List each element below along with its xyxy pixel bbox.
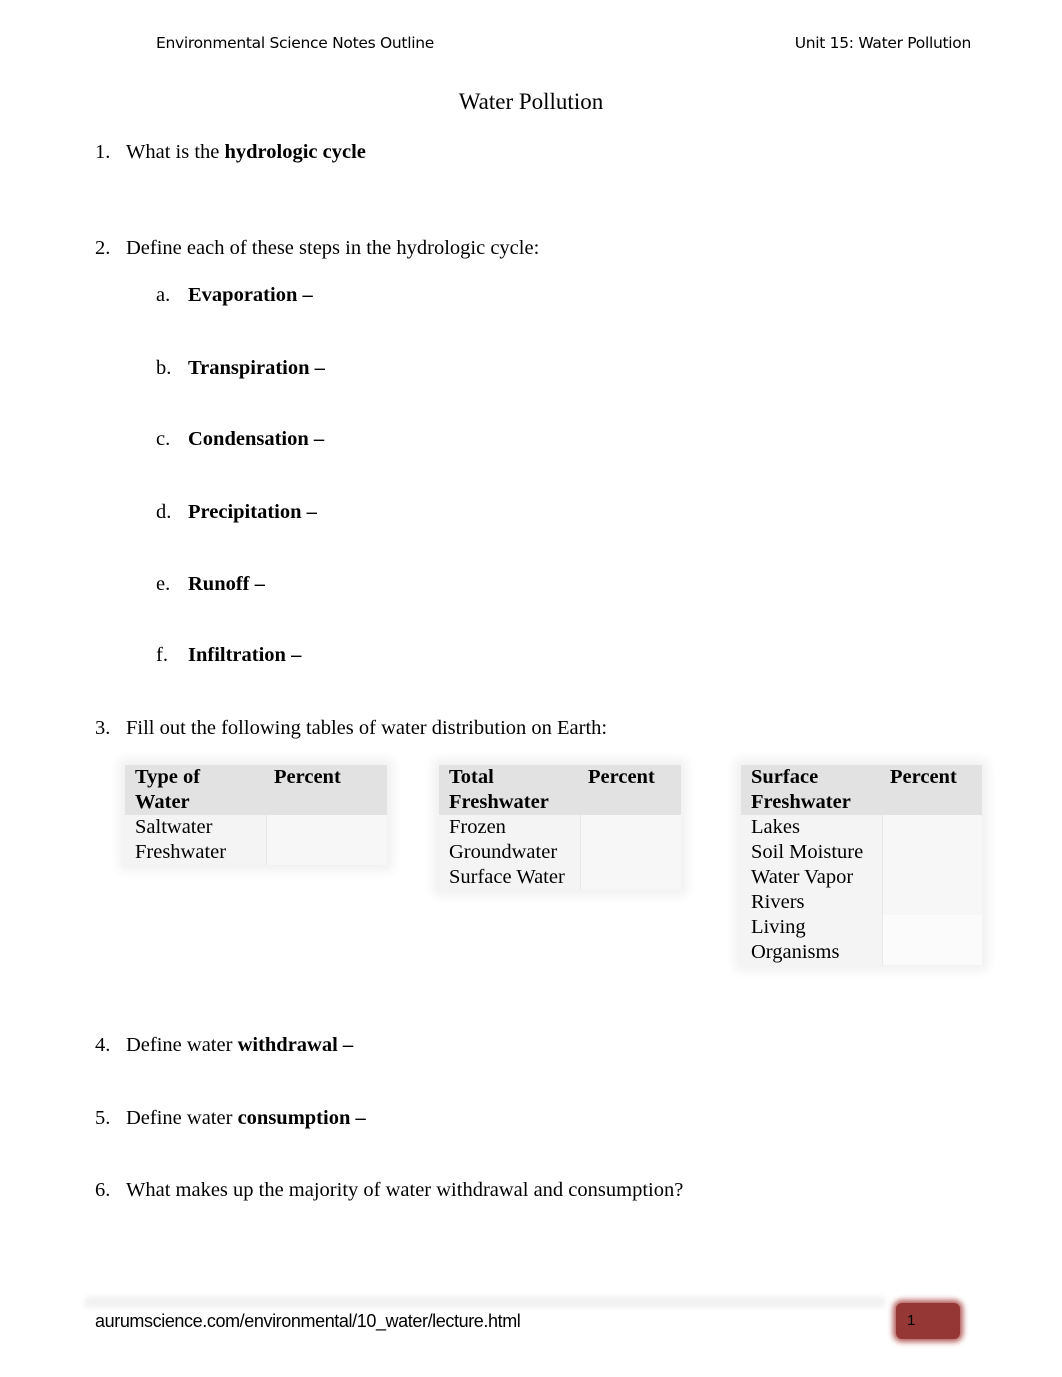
table-header-label: Type of Water — [135, 766, 201, 813]
step-evaporation: a. Evaporation – — [156, 284, 313, 307]
table-row: Living Organisms — [741, 915, 982, 965]
step-term: Infiltration – — [188, 644, 302, 666]
step-letter: e. — [156, 573, 171, 595]
table-cell-percent[interactable] — [882, 915, 982, 965]
step-transpiration: b. Transpiration – — [156, 357, 325, 380]
table-total-freshwater: Total Freshwater Percent Frozen Groundwat… — [439, 765, 681, 890]
question-6: 6. What makes up the majority of water wi… — [95, 1179, 683, 1202]
step-term: Condensation – — [188, 428, 325, 450]
table-cell-percent[interactable] — [580, 815, 681, 840]
question-text: What is the — [126, 141, 225, 163]
question-term: consumption – — [237, 1107, 366, 1129]
question-5: 5. Define water consumption – — [95, 1107, 366, 1130]
step-runoff: e. Runoff – — [156, 573, 265, 596]
step-term: Transpiration – — [188, 357, 325, 379]
table-header-label: Surface Freshwater — [751, 766, 851, 813]
question-1: 1. What is the hydrologic cycle — [95, 141, 366, 164]
page-number: 1 — [907, 1312, 916, 1329]
table-cell-percent[interactable] — [580, 840, 681, 865]
step-letter: a. — [156, 284, 171, 306]
question-number: 4. — [95, 1034, 111, 1056]
question-text: Fill out the following tables of water d… — [126, 717, 608, 739]
step-term: Evaporation – — [188, 284, 313, 306]
table-cell-label: Soil Moisture — [741, 840, 882, 865]
document-title: Water Pollution — [458, 89, 604, 114]
question-text: What makes up the majority of water with… — [126, 1179, 684, 1201]
step-term: Precipitation – — [188, 501, 317, 523]
table-header-row: Total Freshwater Percent — [439, 765, 681, 815]
table-cell-percent[interactable] — [266, 840, 387, 865]
page-header-right: Unit 15: Water Pollution — [794, 34, 972, 52]
table-cell-label: Water Vapor — [741, 865, 882, 890]
question-text: Define water — [126, 1034, 238, 1056]
question-text: Define water — [126, 1107, 238, 1129]
step-infiltration: f. Infiltration – — [156, 644, 301, 667]
table-row: Freshwater — [125, 840, 387, 865]
step-term: Runoff – — [188, 573, 265, 595]
question-4: 4. Define water withdrawal – — [95, 1034, 353, 1057]
question-text: Define each of these steps in the hydrol… — [126, 237, 540, 259]
question-number: 5. — [95, 1107, 111, 1129]
question-term: hydrologic cycle — [224, 141, 366, 163]
table-cell-label: Living Organisms — [741, 915, 882, 965]
table-cell-label: Surface Water — [439, 865, 580, 890]
table-cell-percent[interactable] — [580, 865, 681, 890]
table-header-percent: Percent — [882, 765, 982, 815]
table-header-percent: Percent — [266, 765, 387, 815]
table-cell-percent[interactable] — [882, 890, 982, 915]
page-number-badge: 1 — [896, 1303, 960, 1339]
table-row: Groundwater — [439, 840, 681, 865]
table-cell-percent[interactable] — [882, 840, 982, 865]
table-surface-freshwater: Surface Freshwater Percent Lakes Soil Moi… — [741, 765, 982, 965]
step-letter: c. — [156, 428, 171, 450]
question-number: 2. — [95, 237, 111, 259]
table-header-label: Total Freshwater — [449, 766, 549, 813]
step-condensation: c. Condensation – — [156, 428, 324, 451]
table-cell-percent[interactable] — [266, 815, 387, 840]
step-letter: d. — [156, 501, 172, 523]
table-row: Lakes — [741, 815, 982, 840]
table-cell-label: Lakes — [741, 815, 882, 840]
question-number: 1. — [95, 141, 111, 163]
question-term: withdrawal – — [237, 1034, 354, 1056]
table-row: Surface Water — [439, 865, 681, 890]
table-cell-label: Frozen — [439, 815, 580, 840]
table-cell-label: Rivers — [741, 890, 882, 915]
table-row: Water Vapor — [741, 865, 982, 890]
step-letter: f. — [156, 644, 168, 666]
table-cell-label: Freshwater — [125, 840, 266, 865]
question-number: 6. — [95, 1179, 111, 1201]
footer-divider — [85, 1297, 885, 1307]
table-row: Saltwater — [125, 815, 387, 840]
table-header-row: Type of Water Percent — [125, 765, 387, 815]
table-row: Frozen — [439, 815, 681, 840]
table-header-row: Surface Freshwater Percent — [741, 765, 982, 815]
footer-url[interactable]: aurumscience.com/environmental/10_water/… — [95, 1311, 521, 1332]
table-cell-percent[interactable] — [882, 815, 982, 840]
table-cell-label: Saltwater — [125, 815, 266, 840]
table-type-of-water: Type of Water Percent Saltwater Freshwate… — [125, 765, 387, 865]
table-cell-label: Groundwater — [439, 840, 580, 865]
page-header-left: Environmental Science Notes Outline — [156, 34, 434, 52]
question-2: 2. Define each of these steps in the hydr… — [95, 237, 539, 260]
table-row: Rivers — [741, 890, 982, 915]
table-row: Soil Moisture — [741, 840, 982, 865]
step-precipitation: d. Precipitation – — [156, 501, 317, 524]
table-header-percent: Percent — [580, 765, 681, 815]
question-number: 3. — [95, 717, 111, 739]
question-3: 3. Fill out the following tables of water… — [95, 717, 607, 740]
step-letter: b. — [156, 357, 172, 379]
table-cell-percent[interactable] — [882, 865, 982, 890]
